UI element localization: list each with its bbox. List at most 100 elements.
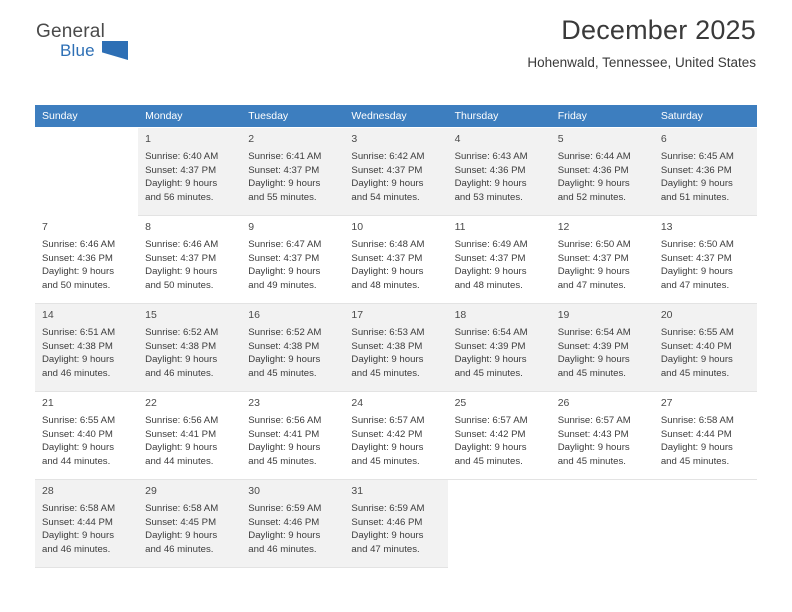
day-number: 25 (454, 397, 467, 409)
calendar-day-cell[interactable]: 27 Sunrise: 6:58 AM Sunset: 4:44 PM Dayligh… (653, 391, 757, 480)
sunrise-text: Sunrise: 6:42 AM (351, 150, 425, 162)
daylight-text-line1: Daylight: 9 hours (557, 354, 630, 366)
sunrise-text: Sunrise: 6:41 AM (248, 150, 322, 162)
calendar-day-cell[interactable]: 31 Sunrise: 6:59 AM Sunset: 4:46 PM Dayligh… (344, 479, 448, 568)
sunrise-text: Sunrise: 6:54 AM (557, 326, 631, 338)
daylight-text-line1: Daylight: 9 hours (660, 442, 733, 454)
calendar-day-cell[interactable]: 4 Sunrise: 6:43 AM Sunset: 4:36 PM Daylight… (447, 127, 551, 216)
brand-logo[interactable]: General Blue (36, 22, 128, 60)
sunset-text: Sunset: 4:36 PM (42, 252, 113, 264)
day-number: 19 (557, 309, 570, 321)
sunset-text: Sunset: 4:36 PM (454, 164, 526, 176)
sunrise-text: Sunrise: 6:50 AM (557, 238, 631, 250)
calendar-day-cell[interactable]: 15 Sunrise: 6:52 AM Sunset: 4:38 PM Dayligh… (138, 303, 242, 392)
sun-times-block: Sunrise: 6:43 AM Sunset: 4:36 PM Daylight:… (455, 150, 545, 204)
sunset-text: Sunset: 4:37 PM (145, 164, 217, 176)
sun-times-block: Sunrise: 6:49 AM Sunset: 4:37 PM Daylight:… (455, 238, 545, 292)
day-number: 4 (454, 133, 461, 145)
daylight-text-line1: Daylight: 9 hours (660, 266, 733, 278)
calendar-day-cell[interactable]: 19 Sunrise: 6:54 AM Sunset: 4:39 PM Dayligh… (550, 303, 654, 392)
daylight-text-line2: and 52 minutes. (557, 191, 626, 203)
daylight-text-line1: Daylight: 9 hours (248, 354, 321, 366)
daylight-text-line1: Daylight: 9 hours (351, 442, 424, 454)
daylight-text-line2: and 47 minutes. (660, 279, 730, 291)
day-number: 21 (42, 397, 54, 409)
calendar-day-cell[interactable]: 21 Sunrise: 6:55 AM Sunset: 4:40 PM Dayligh… (35, 391, 139, 480)
weekday-header-monday: Monday (138, 105, 242, 128)
sunrise-text: Sunrise: 6:56 AM (248, 414, 322, 426)
calendar-day-cell[interactable]: 1 Sunrise: 6:40 AM Sunset: 4:37 PM Daylight… (138, 127, 242, 216)
calendar-empty-cell (550, 479, 654, 568)
calendar-day-cell[interactable]: 13 Sunrise: 6:50 AM Sunset: 4:37 PM Dayligh… (653, 215, 757, 304)
calendar-day-cell[interactable]: 28 Sunrise: 6:58 AM Sunset: 4:44 PM Dayligh… (35, 479, 139, 568)
sunrise-text: Sunrise: 6:58 AM (660, 414, 734, 426)
calendar-day-cell[interactable]: 5 Sunrise: 6:44 AM Sunset: 4:36 PM Daylight… (550, 127, 654, 216)
day-number: 10 (351, 221, 364, 233)
calendar-day-cell[interactable]: 12 Sunrise: 6:50 AM Sunset: 4:37 PM Dayligh… (550, 215, 654, 304)
daylight-text-line1: Daylight: 9 hours (42, 530, 114, 542)
calendar-day-cell[interactable]: 30 Sunrise: 6:59 AM Sunset: 4:46 PM Dayligh… (241, 479, 345, 568)
calendar-day-cell[interactable]: 17 Sunrise: 6:53 AM Sunset: 4:38 PM Dayligh… (344, 303, 448, 392)
daylight-text-line2: and 55 minutes. (248, 191, 317, 203)
flag-icon (102, 41, 128, 60)
location-subtitle: Hohenwald, Tennessee, United States (527, 54, 756, 70)
calendar-day-cell[interactable]: 9 Sunrise: 6:47 AM Sunset: 4:37 PM Daylight… (241, 215, 345, 304)
calendar-day-cell[interactable]: 6 Sunrise: 6:45 AM Sunset: 4:36 PM Daylight… (653, 127, 757, 216)
calendar-day-cell[interactable]: 24 Sunrise: 6:57 AM Sunset: 4:42 PM Dayligh… (344, 391, 448, 480)
sun-times-block: Sunrise: 6:52 AM Sunset: 4:38 PM Daylight:… (248, 326, 338, 380)
calendar-day-cell[interactable]: 7 Sunrise: 6:46 AM Sunset: 4:36 PM Daylight… (35, 215, 139, 304)
day-number: 7 (42, 221, 48, 233)
daylight-text-line1: Daylight: 9 hours (660, 178, 733, 190)
calendar-day-cell[interactable]: 25 Sunrise: 6:57 AM Sunset: 4:42 PM Dayligh… (447, 391, 551, 480)
daylight-text-line1: Daylight: 9 hours (248, 530, 321, 542)
daylight-text-line1: Daylight: 9 hours (557, 442, 630, 454)
calendar-day-cell[interactable]: 23 Sunrise: 6:56 AM Sunset: 4:41 PM Dayligh… (241, 391, 345, 480)
daylight-text-line2: and 44 minutes. (145, 455, 214, 467)
daylight-text-line2: and 46 minutes. (248, 543, 317, 555)
weekday-header-sunday: Sunday (35, 105, 139, 128)
sun-times-block: Sunrise: 6:51 AM Sunset: 4:38 PM Daylight:… (42, 326, 132, 380)
sunrise-text: Sunrise: 6:56 AM (145, 414, 219, 426)
sun-times-block: Sunrise: 6:41 AM Sunset: 4:37 PM Daylight:… (248, 150, 338, 204)
sunrise-text: Sunrise: 6:59 AM (351, 502, 425, 514)
calendar-day-cell[interactable]: 11 Sunrise: 6:49 AM Sunset: 4:37 PM Dayligh… (447, 215, 551, 304)
calendar-day-cell[interactable]: 8 Sunrise: 6:46 AM Sunset: 4:37 PM Daylight… (138, 215, 242, 304)
daylight-text-line1: Daylight: 9 hours (351, 354, 424, 366)
sunset-text: Sunset: 4:45 PM (145, 516, 217, 528)
sunset-text: Sunset: 4:40 PM (660, 340, 732, 352)
page-title: December 2025 (561, 15, 756, 45)
sun-times-block: Sunrise: 6:54 AM Sunset: 4:39 PM Daylight:… (558, 326, 648, 380)
daylight-text-line2: and 56 minutes. (145, 191, 214, 203)
calendar-day-cell[interactable]: 16 Sunrise: 6:52 AM Sunset: 4:38 PM Dayligh… (241, 303, 345, 392)
day-number: 6 (660, 133, 667, 145)
calendar-day-cell[interactable]: 10 Sunrise: 6:48 AM Sunset: 4:37 PM Dayligh… (344, 215, 448, 304)
calendar-day-cell[interactable]: 29 Sunrise: 6:58 AM Sunset: 4:45 PM Dayligh… (138, 479, 242, 568)
daylight-text-line1: Daylight: 9 hours (42, 354, 114, 366)
sunset-text: Sunset: 4:46 PM (248, 516, 320, 528)
sun-times-block: Sunrise: 6:50 AM Sunset: 4:37 PM Daylight:… (661, 238, 751, 292)
calendar-day-cell[interactable]: 14 Sunrise: 6:51 AM Sunset: 4:38 PM Dayligh… (35, 303, 139, 392)
sunrise-text: Sunrise: 6:55 AM (660, 326, 734, 338)
daylight-text-line1: Daylight: 9 hours (351, 266, 424, 278)
day-number: 30 (248, 485, 260, 497)
daylight-text-line1: Daylight: 9 hours (248, 266, 321, 278)
daylight-text-line2: and 47 minutes. (557, 279, 626, 291)
calendar-day-cell[interactable]: 22 Sunrise: 6:56 AM Sunset: 4:41 PM Dayligh… (138, 391, 242, 480)
sunset-text: Sunset: 4:38 PM (351, 340, 423, 352)
calendar-day-cell[interactable]: 20 Sunrise: 6:55 AM Sunset: 4:40 PM Dayligh… (653, 303, 757, 392)
sunset-text: Sunset: 4:44 PM (42, 516, 113, 528)
sunrise-text: Sunrise: 6:50 AM (660, 238, 734, 250)
calendar-day-cell[interactable]: 3 Sunrise: 6:42 AM Sunset: 4:37 PM Daylight… (344, 127, 448, 216)
daylight-text-line2: and 47 minutes. (351, 543, 420, 555)
sunset-text: Sunset: 4:37 PM (145, 252, 217, 264)
daylight-text-line2: and 45 minutes. (248, 367, 317, 379)
daylight-text-line1: Daylight: 9 hours (42, 442, 114, 454)
calendar-day-cell[interactable]: 26 Sunrise: 6:57 AM Sunset: 4:43 PM Dayligh… (550, 391, 654, 480)
daylight-text-line1: Daylight: 9 hours (145, 354, 218, 366)
day-number: 18 (454, 309, 467, 321)
calendar-day-cell[interactable]: 18 Sunrise: 6:54 AM Sunset: 4:39 PM Dayligh… (447, 303, 551, 392)
daylight-text-line2: and 45 minutes. (351, 455, 420, 467)
calendar-day-cell[interactable]: 2 Sunrise: 6:41 AM Sunset: 4:37 PM Daylight… (241, 127, 345, 216)
calendar-week-row: 1 Sunrise: 6:40 AM Sunset: 4:37 PM Daylight… (35, 127, 757, 216)
daylight-text-line2: and 45 minutes. (454, 367, 523, 379)
